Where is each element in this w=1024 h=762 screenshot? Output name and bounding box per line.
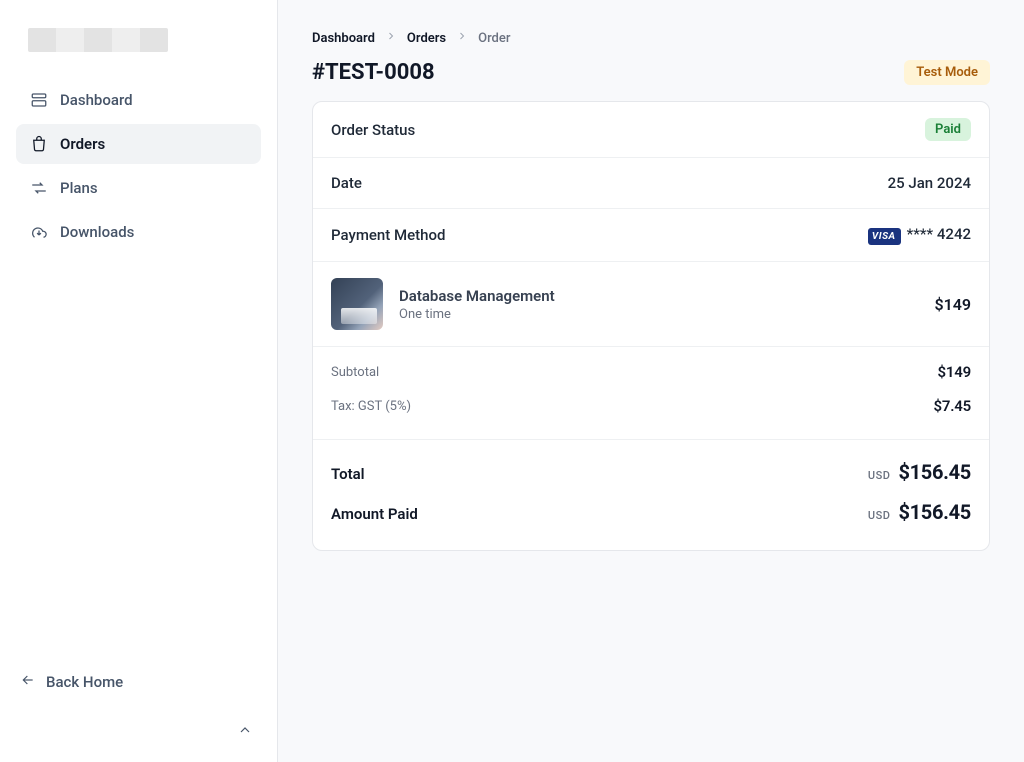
dashboard-icon	[30, 91, 48, 109]
total-currency: USD	[868, 469, 891, 482]
product-price: $149	[934, 295, 971, 314]
sidebar-item-plans[interactable]: Plans	[16, 168, 261, 208]
page-title: #TEST-0008	[312, 60, 435, 85]
subtotal-line: Subtotal $149	[331, 355, 971, 389]
chevron-right-icon	[385, 30, 397, 46]
subtotal-label: Subtotal	[331, 365, 379, 380]
product-billing-type: One time	[399, 307, 555, 322]
breadcrumb-dashboard[interactable]: Dashboard	[312, 31, 375, 46]
breadcrumb-current: Order	[478, 31, 510, 46]
product-name: Database Management	[399, 287, 555, 305]
sidebar: Dashboard Orders Plans	[0, 0, 278, 762]
main-content: Dashboard Orders Order #TEST-0008 Test M…	[278, 0, 1024, 762]
payment-method-label: Payment Method	[331, 226, 445, 244]
sidebar-item-dashboard[interactable]: Dashboard	[16, 80, 261, 120]
sidebar-nav: Dashboard Orders Plans	[16, 80, 261, 252]
payment-method-row: Payment Method VISA **** 4242	[313, 209, 989, 262]
order-date-row: Date 25 Jan 2024	[313, 158, 989, 209]
title-row: #TEST-0008 Test Mode	[312, 60, 990, 85]
total-label: Total	[331, 465, 365, 483]
sidebar-item-downloads[interactable]: Downloads	[16, 212, 261, 252]
payment-method-value: VISA **** 4242	[868, 225, 971, 245]
total-line: Total USD $156.45	[331, 452, 971, 492]
order-card: Order Status Paid Date 25 Jan 2024 Payme…	[312, 101, 990, 551]
orders-icon	[30, 135, 48, 153]
total-value: $156.45	[898, 460, 971, 484]
card-last4: **** 4242	[907, 225, 971, 243]
subtotal-value: $149	[938, 363, 971, 381]
sidebar-item-orders[interactable]: Orders	[16, 124, 261, 164]
order-status-label: Order Status	[331, 121, 415, 139]
test-mode-badge: Test Mode	[904, 60, 990, 85]
amount-paid-line: Amount Paid USD $156.45	[331, 492, 971, 532]
line-item: Database Management One time $149	[331, 278, 971, 330]
sidebar-item-label: Dashboard	[60, 91, 133, 109]
order-date-label: Date	[331, 174, 362, 192]
breadcrumb-orders[interactable]: Orders	[407, 31, 446, 46]
status-badge: Paid	[925, 118, 971, 141]
sidebar-item-label: Downloads	[60, 223, 134, 241]
plans-icon	[30, 179, 48, 197]
sidebar-item-label: Plans	[60, 179, 98, 197]
back-home-label: Back Home	[46, 673, 123, 691]
chevron-up-icon	[237, 722, 253, 742]
breadcrumb: Dashboard Orders Order	[312, 30, 990, 46]
amount-paid-value: $156.45	[898, 500, 971, 524]
tax-value: $7.45	[933, 397, 971, 415]
order-date-value: 25 Jan 2024	[888, 174, 971, 192]
product-text: Database Management One time	[399, 287, 555, 322]
brand-logo-placeholder	[28, 28, 168, 52]
product-thumbnail	[331, 278, 383, 330]
amount-paid-label: Amount Paid	[331, 505, 418, 523]
order-line-items: Database Management One time $149	[313, 262, 989, 347]
sidebar-collapse-button[interactable]	[16, 702, 261, 742]
subtotal-section: Subtotal $149 Tax: GST (5%) $7.45	[313, 347, 989, 440]
amount-paid-currency: USD	[868, 509, 891, 522]
downloads-icon	[30, 223, 48, 241]
tax-line: Tax: GST (5%) $7.45	[331, 389, 971, 423]
tax-label: Tax: GST (5%)	[331, 399, 411, 414]
visa-badge-icon: VISA	[868, 228, 901, 245]
order-status-row: Order Status Paid	[313, 102, 989, 158]
arrow-left-icon	[20, 672, 36, 692]
totals-section: Total USD $156.45 Amount Paid USD $156.4…	[313, 440, 989, 550]
back-home-link[interactable]: Back Home	[16, 662, 261, 702]
sidebar-item-label: Orders	[60, 135, 105, 153]
chevron-right-icon	[456, 30, 468, 46]
